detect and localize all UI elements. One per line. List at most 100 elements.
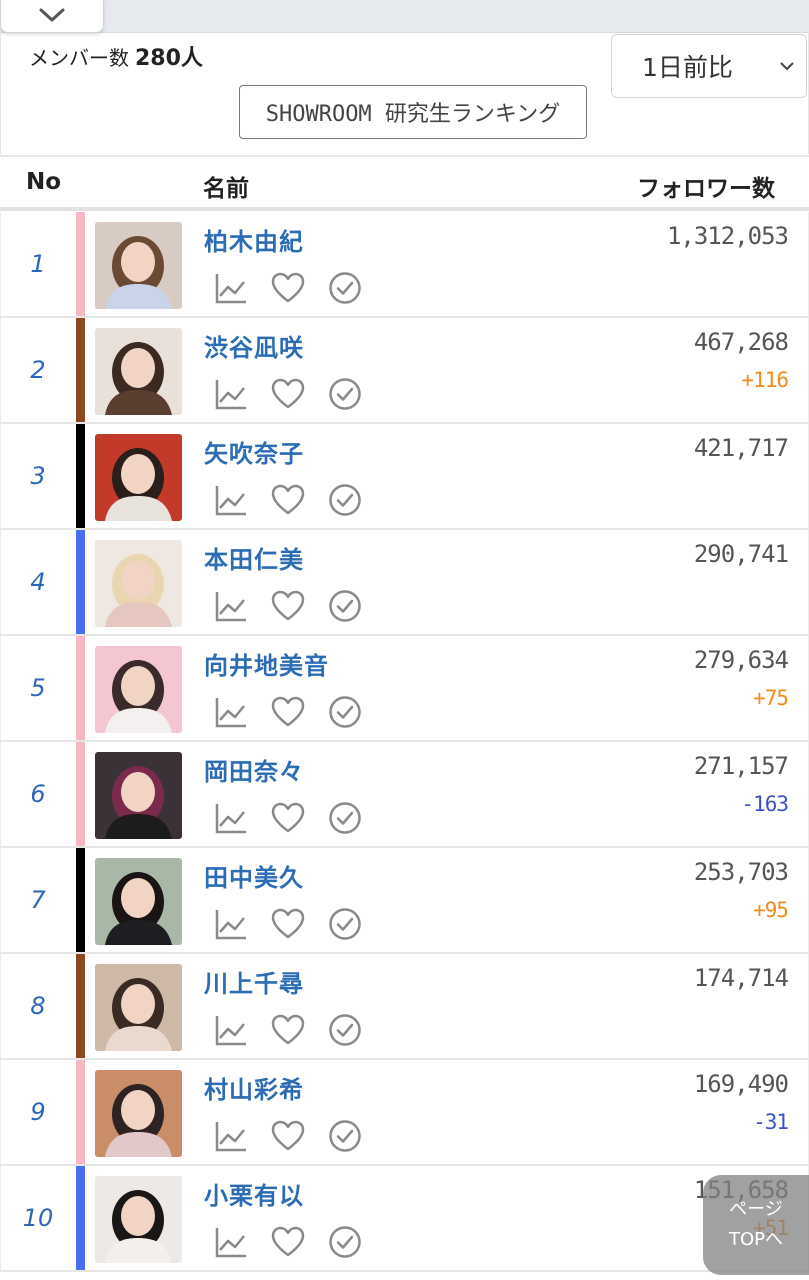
member-photo[interactable] [95,222,182,309]
chart-icon[interactable] [213,800,249,836]
heart-icon[interactable] [270,1224,306,1260]
page-top-label-2: TOPへ [728,1229,784,1250]
member-count: メンバー数 280人 [29,40,203,72]
member-photo[interactable] [95,964,182,1051]
row-actions [213,270,384,306]
check-circle-icon[interactable] [327,588,363,624]
member-name-link[interactable]: 小栗有以 [204,1176,304,1211]
member-photo[interactable] [95,752,182,839]
follower-count: 279,634 [693,646,789,674]
ranking-info-panel: メンバー数 280人 1日前比 SHOWROOM 研究生ランキング [0,32,809,154]
compare-period-select[interactable]: 1日前比 [611,34,807,98]
table-row: 5 向井地美音 279,634 +75 [0,636,809,742]
column-followers[interactable]: フォロワー数 [637,169,775,203]
follower-count: 421,717 [693,434,789,462]
member-photo[interactable] [95,434,182,521]
table-header: No 名前 フォロワー数 [0,155,809,211]
member-photo[interactable] [95,1176,182,1263]
heart-icon[interactable] [270,1118,306,1154]
rank-number: 8 [30,992,46,1020]
check-circle-icon[interactable] [327,906,363,942]
chart-icon[interactable] [213,588,249,624]
heart-icon[interactable] [270,906,306,942]
heart-icon[interactable] [270,1012,306,1048]
follower-count: 169,490 [693,1070,789,1098]
follower-diff: +95 [753,898,789,922]
chart-icon[interactable] [213,270,249,306]
check-circle-icon[interactable] [327,1118,363,1154]
member-name-link[interactable]: 向井地美音 [204,646,329,681]
rank-number: 4 [30,568,46,596]
follower-count: 290,741 [693,540,789,568]
rank-number: 1 [30,250,46,278]
heart-icon[interactable] [270,270,306,306]
chart-icon[interactable] [213,1118,249,1154]
member-count-value: 280人 [135,46,203,71]
chevron-down-icon [780,62,794,71]
table-row: 3 矢吹奈子 421,717 [0,424,809,530]
rank-number: 3 [30,462,46,490]
check-circle-icon[interactable] [327,270,363,306]
member-photo[interactable] [95,646,182,733]
table-row: 7 田中美久 253,703 +95 [0,848,809,954]
chevron-down-icon [39,8,65,22]
showroom-ranking-button[interactable]: SHOWROOM 研究生ランキング [239,85,587,139]
team-color-bar [76,848,85,952]
check-circle-icon[interactable] [327,1012,363,1048]
member-name-link[interactable]: 川上千尋 [204,964,304,999]
page-top-button[interactable]: ページ TOPへ [703,1175,809,1275]
rank-number: 6 [30,780,46,808]
row-actions [213,482,384,518]
follower-count: 253,703 [693,858,789,886]
compare-period-value: 1日前比 [642,53,733,82]
member-name-link[interactable]: 矢吹奈子 [204,434,304,469]
table-row: 10小栗有以151,658+51 [0,1166,809,1272]
team-color-bar [76,424,85,528]
chart-icon[interactable] [213,694,249,730]
row-actions [213,1118,384,1154]
chart-icon[interactable] [213,1012,249,1048]
follower-diff: -31 [753,1110,789,1134]
heart-icon[interactable] [270,800,306,836]
check-circle-icon[interactable] [327,482,363,518]
team-color-bar [76,318,85,422]
heart-icon[interactable] [270,588,306,624]
follower-diff: -163 [741,792,789,816]
collapse-toggle-button[interactable] [0,0,104,33]
rank-number: 2 [30,356,46,384]
row-actions [213,1224,384,1260]
rank-number: 7 [30,886,46,914]
member-photo[interactable] [95,1070,182,1157]
member-name-link[interactable]: 本田仁美 [204,540,304,575]
member-photo[interactable] [95,540,182,627]
heart-icon[interactable] [270,376,306,412]
check-circle-icon[interactable] [327,376,363,412]
heart-icon[interactable] [270,694,306,730]
follower-diff: +75 [753,686,789,710]
member-name-link[interactable]: 柏木由紀 [204,222,304,257]
heart-icon[interactable] [270,482,306,518]
member-photo[interactable] [95,858,182,945]
chart-icon[interactable] [213,482,249,518]
member-count-label: メンバー数 [29,46,129,70]
chart-icon[interactable] [213,906,249,942]
member-name-link[interactable]: 渋谷凪咲 [204,328,304,363]
member-name-link[interactable]: 村山彩希 [204,1070,304,1105]
member-photo[interactable] [95,328,182,415]
row-actions [213,376,384,412]
follower-count: 467,268 [693,328,789,356]
team-color-bar [76,1166,85,1270]
check-circle-icon[interactable] [327,694,363,730]
page-top-label-1: ページ [729,1199,783,1220]
check-circle-icon[interactable] [327,1224,363,1260]
member-name-link[interactable]: 田中美久 [204,858,304,893]
team-color-bar [76,530,85,634]
rank-number: 10 [22,1204,54,1232]
member-name-link[interactable]: 岡田奈々 [204,752,304,787]
row-actions [213,1012,384,1048]
team-color-bar [76,954,85,1058]
chart-icon[interactable] [213,376,249,412]
check-circle-icon[interactable] [327,800,363,836]
follower-count: 174,714 [693,964,789,992]
chart-icon[interactable] [213,1224,249,1260]
